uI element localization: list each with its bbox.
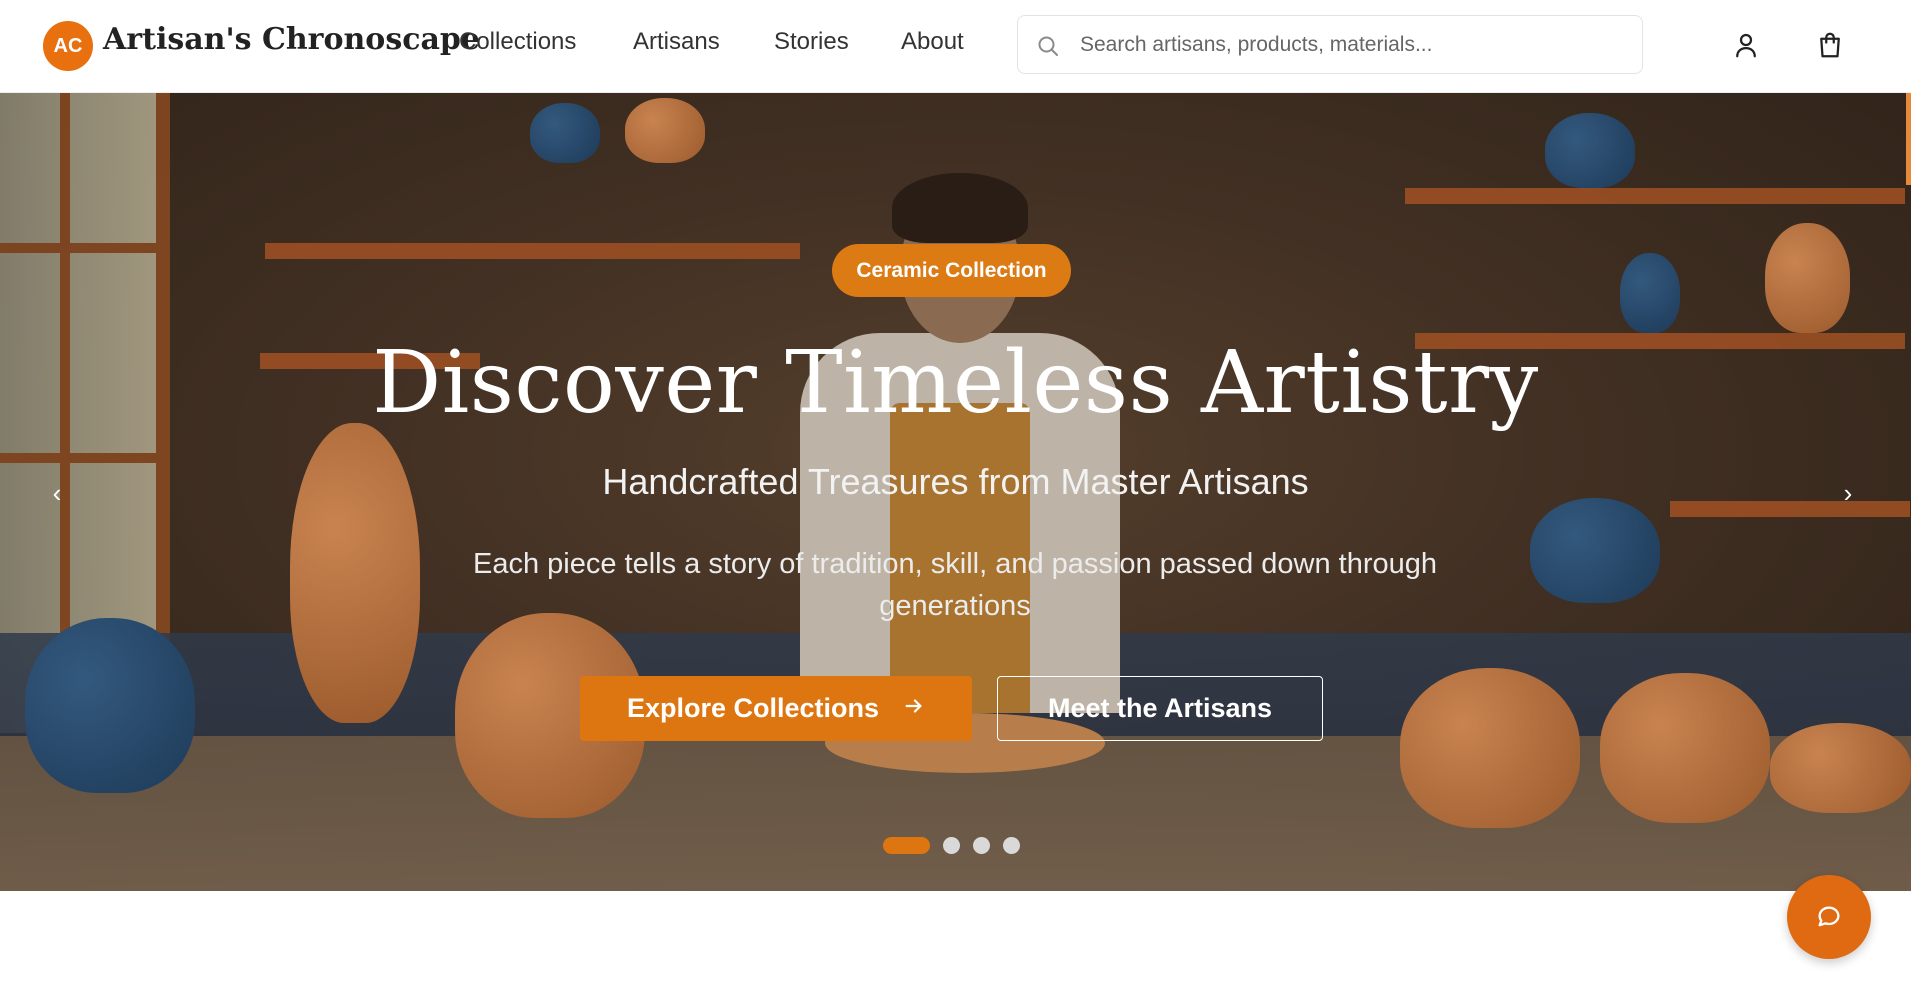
hero-title: Discover Timeless Artistry	[372, 333, 1539, 433]
shopping-bag-icon[interactable]	[1815, 30, 1845, 60]
explore-collections-label: Explore Collections	[626, 693, 880, 723]
scrollbar-thumb[interactable]	[1906, 93, 1911, 185]
hero-carousel: Ceramic Collection Discover Timeless Art…	[0, 93, 1911, 891]
nav-artisans[interactable]: Artisans	[633, 28, 720, 56]
hero-description: Each piece tells a story of tradition, s…	[473, 548, 1437, 622]
meet-artisans-button[interactable]: Meet the Artisans	[997, 676, 1323, 741]
site-header: AC Artisan's Chronoscape Collections Art…	[0, 0, 1911, 93]
carousel-dot-2[interactable]	[943, 837, 960, 854]
brand-name[interactable]: Artisan's Chronoscape	[103, 22, 480, 57]
nav-about[interactable]: About	[901, 28, 964, 56]
carousel-dot-4[interactable]	[1003, 837, 1020, 854]
carousel-next-arrow[interactable]: ›	[1833, 478, 1863, 508]
nav-collections[interactable]: Collections	[459, 28, 576, 56]
search-box	[1017, 15, 1643, 74]
carousel-dot-1[interactable]	[883, 837, 930, 854]
collection-badge: Ceramic Collection	[832, 244, 1071, 297]
nav-stories[interactable]: Stories	[774, 28, 849, 56]
hero-subtitle: Handcrafted Treasures from Master Artisa…	[602, 461, 1309, 502]
explore-collections-button[interactable]: Explore Collections	[580, 676, 972, 741]
hero-content: Ceramic Collection Discover Timeless Art…	[0, 93, 1911, 891]
carousel-prev-arrow[interactable]: ‹	[42, 478, 72, 508]
arrow-right-icon	[903, 693, 925, 724]
logo-badge[interactable]: AC	[43, 21, 93, 71]
search-input[interactable]	[1078, 24, 1622, 66]
user-icon[interactable]	[1731, 30, 1761, 60]
carousel-dot-3[interactable]	[973, 837, 990, 854]
search-icon	[1038, 36, 1058, 56]
chat-button[interactable]	[1787, 875, 1871, 959]
chat-bubble-icon	[1818, 906, 1840, 927]
